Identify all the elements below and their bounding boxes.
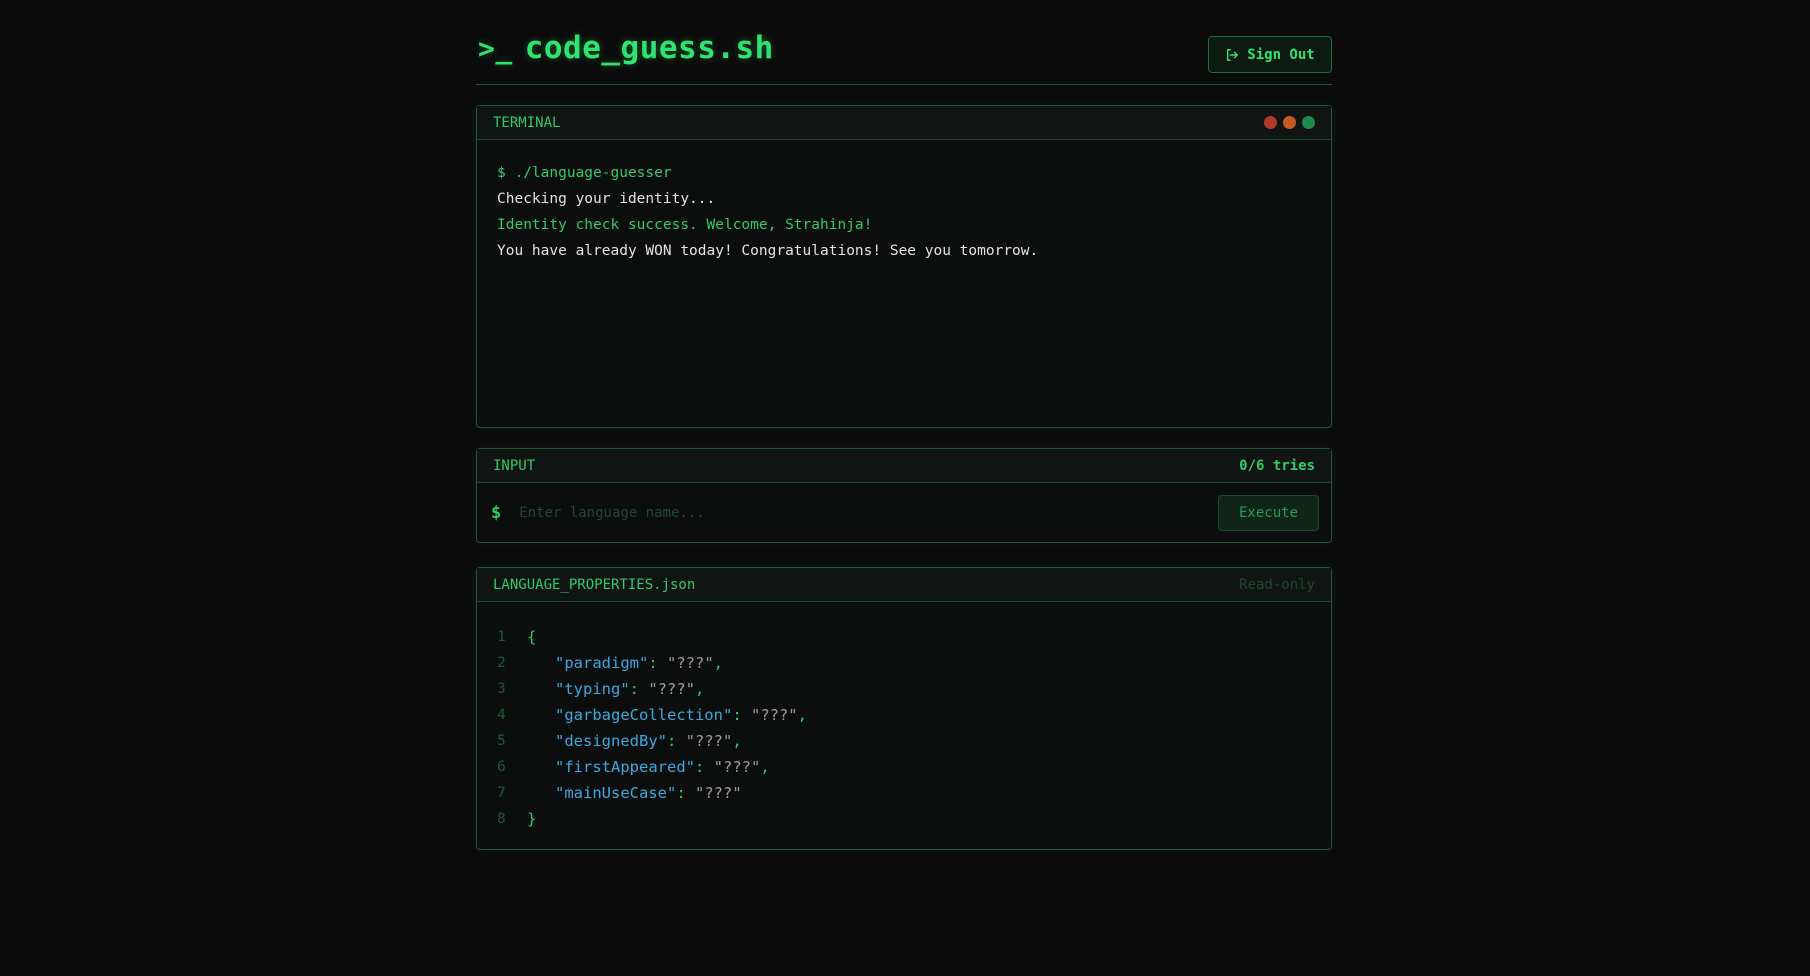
terminal-panel: TERMINAL $ ./language-guesser Checking y… (476, 105, 1332, 428)
json-value: "???" (648, 680, 695, 698)
json-value: "???" (685, 732, 733, 750)
sign-out-icon (1227, 48, 1239, 61)
input-panel: INPUT 0/6 tries $ Execute (476, 448, 1332, 543)
json-file-title: LANGUAGE_PROPERTIES.json (493, 576, 696, 593)
tries-counter: 0/6 tries (1239, 457, 1315, 474)
language-name-input[interactable] (519, 504, 1218, 521)
line-number: 4 (497, 707, 506, 723)
line-number: 2 (497, 655, 506, 671)
code-line: 4 "garbageCollection": "???", (497, 702, 1311, 728)
close-dot-icon (1264, 116, 1277, 129)
json-value: "???" (667, 654, 714, 672)
code-line: 8 } (497, 806, 1311, 832)
line-number: 1 (497, 629, 506, 645)
terminal-output: $ ./language-guesser Checking your ident… (477, 140, 1331, 284)
line-number: 5 (497, 733, 506, 749)
input-row: $ Execute (477, 483, 1331, 542)
input-title: INPUT (493, 457, 536, 474)
maximize-dot-icon (1302, 116, 1315, 129)
terminal-line: Checking your identity... (497, 191, 716, 207)
line-number: 3 (497, 681, 506, 697)
json-key: "mainUseCase" (555, 784, 677, 802)
read-only-badge: Read-only (1239, 576, 1315, 593)
json-key: "garbageCollection" (555, 706, 733, 724)
line-number: 7 (497, 785, 506, 801)
execute-button[interactable]: Execute (1218, 494, 1319, 531)
app-logo: >_ code_guess.sh (478, 30, 774, 66)
app-title: code_guess.sh (524, 30, 774, 66)
sign-out-button[interactable]: Sign Out (1208, 36, 1332, 73)
code-line: 6 "firstAppeared": "???", (497, 754, 1311, 780)
terminal-line: $ ./language-guesser (497, 165, 672, 181)
json-code-view: 1 { 2 "paradigm": "???", 3 "typing": "??… (477, 602, 1331, 832)
language-properties-panel: LANGUAGE_PROPERTIES.json Read-only 1 { 2… (476, 567, 1332, 850)
window-controls (1264, 116, 1315, 129)
code-line: 5 "designedBy": "???", (497, 728, 1311, 754)
json-key: "firstAppeared" (555, 758, 695, 776)
sign-out-label: Sign Out (1247, 46, 1315, 63)
close-brace: } (527, 810, 537, 828)
open-brace: { (527, 628, 537, 646)
terminal-line: Identity check success. Welcome, Strahin… (497, 217, 873, 233)
input-panel-header: INPUT 0/6 tries (477, 449, 1331, 483)
code-line: 7 "mainUseCase": "???" (497, 780, 1311, 806)
terminal-prompt-icon: >_ (478, 31, 513, 65)
minimize-dot-icon (1283, 116, 1296, 129)
line-number: 8 (497, 811, 506, 827)
input-prompt-icon: $ (491, 502, 502, 523)
terminal-panel-header: TERMINAL (477, 106, 1331, 140)
code-line: 2 "paradigm": "???", (497, 650, 1311, 676)
json-key: "designedBy" (555, 732, 667, 750)
code-line: 3 "typing": "???", (497, 676, 1311, 702)
terminal-title: TERMINAL (493, 114, 561, 131)
line-number: 6 (497, 759, 506, 775)
json-key: "typing" (555, 680, 630, 698)
json-key: "paradigm" (555, 654, 649, 672)
code-line: 1 { (497, 624, 1311, 650)
json-value: "???" (695, 784, 742, 802)
json-panel-header: LANGUAGE_PROPERTIES.json Read-only (477, 568, 1331, 602)
app-header: >_ code_guess.sh Sign Out (476, 0, 1332, 85)
json-value: "???" (750, 706, 798, 724)
json-value: "???" (713, 758, 761, 776)
app-container: >_ code_guess.sh Sign Out TERMINAL $ ./l… (476, 0, 1332, 850)
terminal-line: You have already WON today! Congratulati… (497, 243, 1039, 259)
